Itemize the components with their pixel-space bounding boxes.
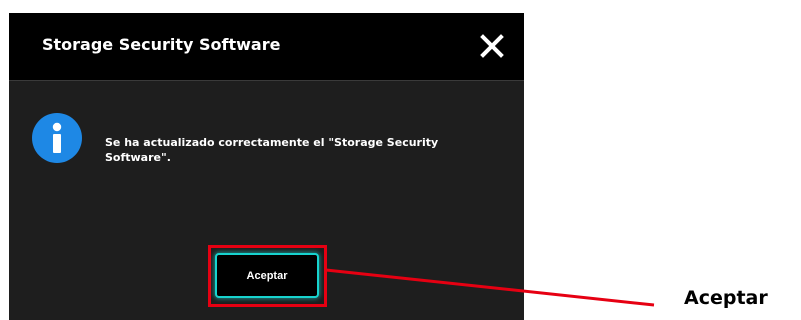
- callout-line: [325, 268, 655, 307]
- callout-label: Aceptar: [684, 287, 768, 309]
- screenshot-stage: Storage Security Software Se ha actualiz…: [0, 0, 801, 320]
